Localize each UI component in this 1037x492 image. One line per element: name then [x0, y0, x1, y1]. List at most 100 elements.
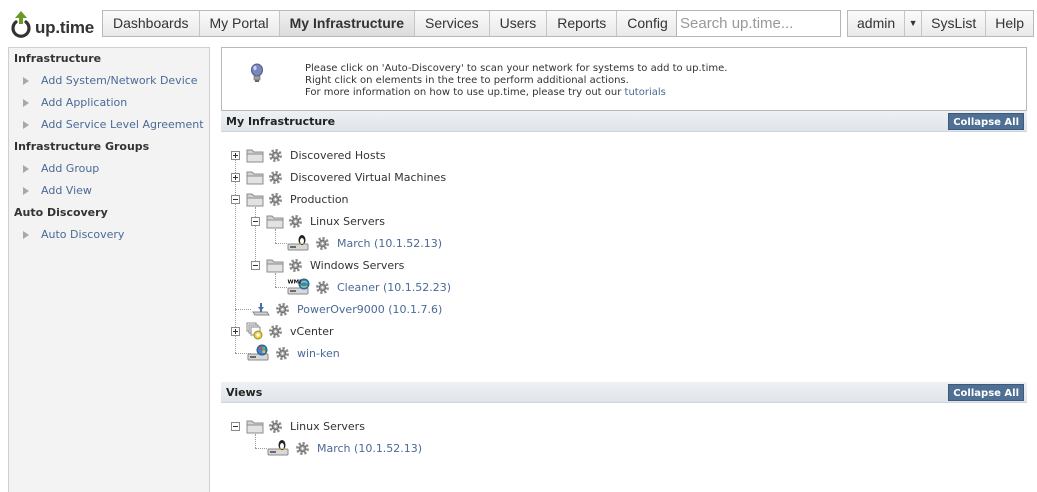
gear-icon[interactable]: [268, 419, 283, 434]
tree-node-label: vCenter: [290, 324, 334, 338]
folder-icon: [246, 171, 264, 185]
collapse-all-button[interactable]: Collapse All: [948, 384, 1024, 401]
panel-title: Views: [226, 386, 263, 399]
tree-node-view-march[interactable]: March (10.1.52.13): [267, 437, 422, 459]
triangle-right-icon: [23, 77, 29, 85]
triangle-right-icon: [23, 165, 29, 173]
triangle-right-icon: [23, 99, 29, 107]
power-arrow-icon: [11, 11, 31, 38]
sidebar-item-add-group[interactable]: Add Group: [9, 158, 209, 180]
tree-connector: [275, 287, 287, 288]
triangle-right-icon: [23, 231, 29, 239]
folder-icon: [266, 259, 284, 273]
tree-node-label[interactable]: March (10.1.52.13): [317, 442, 422, 455]
info-text: Please click on 'Auto-Discovery' to scan…: [305, 63, 727, 99]
gear-icon[interactable]: [268, 170, 283, 185]
tree-node-production[interactable]: Production: [231, 188, 349, 210]
sidebar-item-label: Add Application: [41, 96, 128, 109]
info-box: Please click on 'Auto-Discovery' to scan…: [221, 47, 1027, 111]
tree-node-label: Production: [290, 192, 349, 206]
tree-connector: [275, 243, 287, 244]
uptime-logo[interactable]: up.time: [10, 9, 94, 39]
top-bar: up.time Dashboards My Portal My Infrastr…: [0, 0, 1037, 44]
collapse-icon[interactable]: [231, 194, 240, 204]
sidebar-item-add-sla[interactable]: Add Service Level Agreement: [9, 114, 209, 136]
user-nav: admin ▼ SysList Help: [847, 10, 1035, 37]
tree-node-label[interactable]: win-ken: [297, 347, 340, 360]
lightbulb-icon: [251, 63, 263, 82]
folder-icon: [246, 149, 264, 163]
tree-node-label: Discovered Hosts: [290, 148, 386, 162]
folder-icon: [266, 215, 284, 229]
tree-node-label: Linux Servers: [310, 214, 385, 228]
sidebar: Infrastructure Add System/Network Device…: [8, 47, 210, 492]
tree-node-win-ken[interactable]: win-ken: [247, 342, 340, 364]
main-nav: Dashboards My Portal My Infrastructure S…: [102, 10, 679, 37]
expand-icon[interactable]: [231, 326, 240, 336]
tree-node-cleaner[interactable]: WMI Cleaner (10.1.52.23): [287, 276, 451, 298]
expand-icon[interactable]: [231, 150, 240, 160]
gear-icon[interactable]: [315, 236, 330, 251]
nav-services[interactable]: Services: [414, 11, 490, 36]
nav-reports[interactable]: Reports: [547, 11, 618, 36]
gear-icon[interactable]: [275, 302, 290, 317]
tree-node-discovered-vms[interactable]: Discovered Virtual Machines: [231, 166, 446, 188]
sidebar-item-auto-discovery[interactable]: Auto Discovery: [9, 224, 209, 246]
infrastructure-tree: Discovered Hosts Discovered Virtual Mach…: [221, 133, 1027, 383]
linux-server-icon: [267, 440, 289, 456]
gear-icon[interactable]: [288, 214, 303, 229]
infrastructure-panel-header: My Infrastructure Collapse All: [221, 111, 1027, 132]
gear-icon[interactable]: [295, 441, 310, 456]
tree-node-label[interactable]: PowerOver9000 (10.1.7.6): [297, 303, 442, 316]
tree-node-powerover9000[interactable]: PowerOver9000 (10.1.7.6): [251, 298, 442, 320]
tree-node-windows-servers[interactable]: Windows Servers: [251, 254, 404, 276]
nav-my-portal[interactable]: My Portal: [199, 11, 280, 36]
sidebar-group-infrastructure: Infrastructure: [14, 52, 102, 65]
collapse-icon[interactable]: [251, 260, 260, 270]
collapse-icon[interactable]: [251, 216, 260, 226]
triangle-right-icon: [23, 121, 29, 129]
tree-node-label: Discovered Virtual Machines: [290, 170, 447, 184]
gear-icon[interactable]: [288, 258, 303, 273]
tree-node-label[interactable]: March (10.1.52.13): [337, 237, 442, 250]
nav-my-infrastructure[interactable]: My Infrastructure: [279, 11, 415, 36]
gear-icon[interactable]: [268, 148, 283, 163]
gear-icon[interactable]: [268, 324, 283, 339]
admin-dropdown-icon[interactable]: ▼: [905, 11, 923, 36]
tree-connector: [255, 448, 267, 449]
sidebar-item-add-view[interactable]: Add View: [9, 180, 209, 202]
tree-node-label: Windows Servers: [310, 258, 405, 272]
collapse-icon[interactable]: [231, 421, 240, 431]
views-panel-header: Views Collapse All: [221, 382, 1027, 403]
tree-node-vcenter[interactable]: vCenter: [231, 320, 334, 342]
info-line: Please click on 'Auto-Discovery' to scan…: [305, 63, 728, 74]
svg-text:WMI: WMI: [288, 280, 302, 286]
sidebar-item-label: Add System/Network Device: [41, 74, 198, 87]
logo-text: up.time: [35, 18, 95, 37]
views-tree: Linux Servers March (10.1.52.13): [221, 404, 1027, 492]
collapse-all-button[interactable]: Collapse All: [948, 113, 1024, 130]
help-button[interactable]: Help: [986, 11, 1034, 36]
tutorials-link[interactable]: tutorials: [625, 87, 666, 98]
tree-node-linux-servers[interactable]: Linux Servers: [251, 210, 385, 232]
tree-node-discovered-hosts[interactable]: Discovered Hosts: [231, 144, 386, 166]
gear-icon[interactable]: [268, 192, 283, 207]
windows-server-icon: [247, 344, 269, 361]
tree-node-march[interactable]: March (10.1.52.13): [287, 232, 442, 254]
sidebar-item-add-application[interactable]: Add Application: [9, 92, 209, 114]
syslist-button[interactable]: SysList: [922, 11, 987, 36]
triangle-right-icon: [23, 187, 29, 195]
gear-icon[interactable]: [275, 346, 290, 361]
sidebar-item-add-system[interactable]: Add System/Network Device: [9, 70, 209, 92]
expand-icon[interactable]: [231, 172, 240, 182]
tree-node-label[interactable]: Cleaner (10.1.52.23): [337, 281, 451, 294]
tree-connector: [235, 309, 251, 310]
sidebar-item-label: Add Service Level Agreement: [41, 118, 204, 131]
search-input[interactable]: [676, 10, 841, 37]
nav-users[interactable]: Users: [489, 11, 548, 36]
gear-icon[interactable]: [315, 280, 330, 295]
admin-button[interactable]: admin: [848, 11, 906, 36]
nav-config[interactable]: Config: [617, 11, 678, 36]
nav-dashboards[interactable]: Dashboards: [103, 11, 200, 36]
tree-node-view-linux-servers[interactable]: Linux Servers: [231, 415, 365, 437]
